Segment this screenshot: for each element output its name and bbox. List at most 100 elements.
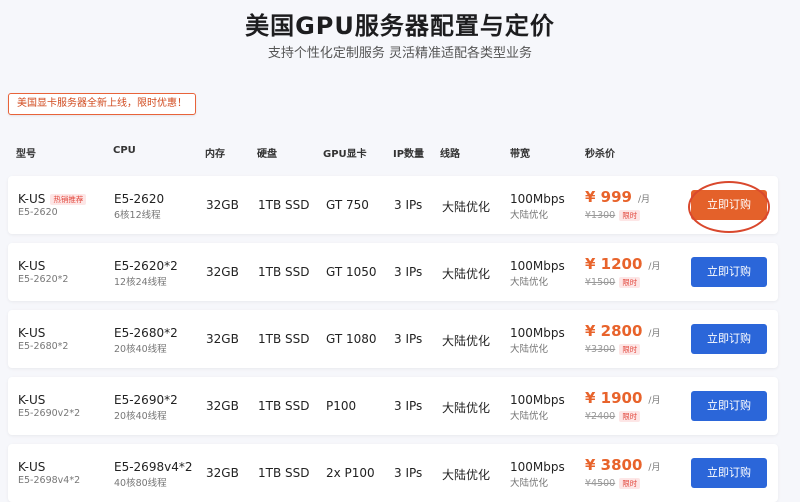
limited-tag: 限时 bbox=[619, 344, 641, 355]
limited-tag: 限时 bbox=[619, 277, 641, 288]
col-ips: IP数量 bbox=[393, 149, 425, 160]
cpu-threads: 20核40线程 bbox=[114, 411, 167, 422]
price-value: ¥ 2800 bbox=[585, 322, 643, 340]
page-title: 美国GPU服务器配置与定价 bbox=[245, 12, 555, 40]
order-button[interactable]: 立即订购 bbox=[691, 458, 767, 488]
original-price: ¥3300 bbox=[585, 344, 616, 355]
model-sub: E5-2620*2 bbox=[18, 274, 69, 285]
bandwidth-sub: 大陆优化 bbox=[510, 478, 549, 489]
col-disk: 硬盘 bbox=[257, 149, 277, 160]
price-period: /月 bbox=[648, 463, 661, 473]
gpu-cell: P100 bbox=[326, 399, 357, 413]
cpu-name: E5-2690*2 bbox=[114, 393, 178, 407]
price-value: ¥ 1900 bbox=[585, 389, 643, 407]
pricing-page: 美国GPU服务器配置与定价 支持个性化定制服务 灵活精准适配各类型业务 美国显卡… bbox=[0, 0, 800, 502]
line-cell: 大陆优化 bbox=[442, 267, 491, 281]
cpu-threads: 40核80线程 bbox=[114, 478, 167, 489]
disk-cell: 1TB SSD bbox=[258, 265, 310, 279]
ip-cell: 3 IPs bbox=[394, 198, 423, 212]
bandwidth-sub: 大陆优化 bbox=[510, 210, 549, 221]
cpu-cell: E5-2698v4*2 40核80线程 bbox=[114, 460, 192, 489]
price-period: /月 bbox=[648, 396, 661, 406]
cpu-name: E5-2620*2 bbox=[114, 259, 178, 273]
col-bandwidth: 带宽 bbox=[510, 149, 530, 160]
ip-cell: 3 IPs bbox=[394, 466, 423, 480]
bandwidth-value: 100Mbps bbox=[510, 326, 565, 340]
col-ram: 内存 bbox=[205, 149, 225, 160]
price-period: /月 bbox=[648, 329, 661, 339]
model-sub: E5-2620 bbox=[18, 207, 58, 218]
order-button[interactable]: 立即订购 bbox=[691, 257, 767, 287]
price-cell: ¥ 999/月 ¥1300 限时 bbox=[585, 188, 650, 221]
highlight-ring bbox=[688, 181, 770, 233]
table-row: K-US E5-2620*2 E5-2620*2 12核24线程 32GB 1T… bbox=[8, 243, 778, 301]
gpu-cell: GT 750 bbox=[326, 198, 369, 212]
price-cell: ¥ 1200/月 ¥1500 限时 bbox=[585, 255, 660, 288]
model-cell: K-US E5-2690v2*2 bbox=[18, 393, 80, 419]
page-subtitle: 支持个性化定制服务 灵活精准适配各类型业务 bbox=[267, 46, 533, 61]
model-cell: K-US 热销推荐 E5-2620 bbox=[18, 192, 87, 218]
bandwidth-sub: 大陆优化 bbox=[510, 277, 549, 288]
bandwidth-value: 100Mbps bbox=[510, 393, 565, 407]
price-cell: ¥ 1900/月 ¥2400 限时 bbox=[585, 389, 660, 422]
order-button[interactable]: 立即订购 bbox=[691, 324, 767, 354]
model-sub: E5-2690v2*2 bbox=[18, 408, 81, 419]
col-cpu: CPU bbox=[113, 145, 136, 156]
model-cell: K-US E5-2680*2 bbox=[18, 326, 68, 352]
line-cell: 大陆优化 bbox=[442, 334, 491, 348]
limited-tag: 限时 bbox=[619, 210, 641, 221]
model-name: K-US bbox=[18, 393, 46, 407]
line-cell: 大陆优化 bbox=[442, 468, 491, 482]
bandwidth-value: 100Mbps bbox=[510, 460, 565, 474]
model-cell: K-US E5-2698v4*2 bbox=[18, 460, 80, 486]
cpu-threads: 6核12线程 bbox=[114, 210, 161, 221]
cpu-name: E5-2698v4*2 bbox=[114, 460, 193, 474]
model-name: K-US bbox=[18, 192, 46, 206]
ram-cell: 32GB bbox=[206, 399, 239, 413]
bandwidth-value: 100Mbps bbox=[510, 259, 565, 273]
model-name: K-US bbox=[18, 326, 46, 340]
model-cell: K-US E5-2620*2 bbox=[18, 259, 68, 285]
ip-cell: 3 IPs bbox=[394, 399, 423, 413]
gpu-cell: GT 1050 bbox=[326, 265, 377, 279]
cpu-cell: E5-2690*2 20核40线程 bbox=[114, 393, 178, 422]
price-value: ¥ 3800 bbox=[585, 456, 643, 474]
price-value: ¥ 999 bbox=[585, 188, 632, 206]
original-price: ¥1500 bbox=[585, 277, 616, 288]
table-row: K-US E5-2680*2 E5-2680*2 20核40线程 32GB 1T… bbox=[8, 310, 778, 368]
price-cell: ¥ 3800/月 ¥4500 限时 bbox=[585, 456, 660, 489]
price-period: /月 bbox=[637, 195, 651, 205]
price-period: /月 bbox=[648, 262, 661, 272]
col-gpu: GPU显卡 bbox=[323, 149, 367, 160]
table-row: K-US E5-2690v2*2 E5-2690*2 20核40线程 32GB … bbox=[8, 377, 778, 435]
table-row: K-US 热销推荐 E5-2620 E5-2620 6核12线程 32GB 1TB… bbox=[8, 176, 778, 234]
order-button[interactable]: 立即订购 bbox=[691, 391, 767, 421]
price-value: ¥ 1200 bbox=[585, 255, 643, 273]
ip-cell: 3 IPs bbox=[394, 265, 423, 279]
hot-badge: 热销推荐 bbox=[50, 194, 87, 205]
table-row: K-US E5-2698v4*2 E5-2698v4*2 40核80线程 32G… bbox=[8, 444, 778, 502]
ip-cell: 3 IPs bbox=[394, 332, 423, 346]
original-price: ¥4500 bbox=[585, 478, 616, 489]
model-sub: E5-2698v4*2 bbox=[18, 475, 81, 486]
bandwidth-value: 100Mbps bbox=[510, 192, 565, 206]
bandwidth-cell: 100Mbps 大陆优化 bbox=[510, 259, 565, 288]
disk-cell: 1TB SSD bbox=[258, 399, 310, 413]
line-cell: 大陆优化 bbox=[442, 401, 491, 415]
col-price: 秒杀价 bbox=[585, 149, 615, 160]
gpu-cell: GT 1080 bbox=[326, 332, 377, 346]
bandwidth-sub: 大陆优化 bbox=[510, 411, 549, 422]
model-name: K-US bbox=[18, 460, 46, 474]
original-price: ¥2400 bbox=[585, 411, 616, 422]
original-price: ¥1300 bbox=[585, 210, 616, 221]
cpu-threads: 12核24线程 bbox=[114, 277, 167, 288]
ram-cell: 32GB bbox=[206, 466, 239, 480]
bandwidth-cell: 100Mbps 大陆优化 bbox=[510, 326, 565, 355]
cpu-cell: E5-2620 6核12线程 bbox=[114, 192, 164, 221]
model-name: K-US bbox=[18, 259, 46, 273]
col-line: 线路 bbox=[440, 149, 460, 160]
cpu-cell: E5-2620*2 12核24线程 bbox=[114, 259, 178, 288]
model-sub: E5-2680*2 bbox=[18, 341, 69, 352]
gpu-cell: 2x P100 bbox=[326, 466, 375, 480]
bandwidth-cell: 100Mbps 大陆优化 bbox=[510, 393, 565, 422]
